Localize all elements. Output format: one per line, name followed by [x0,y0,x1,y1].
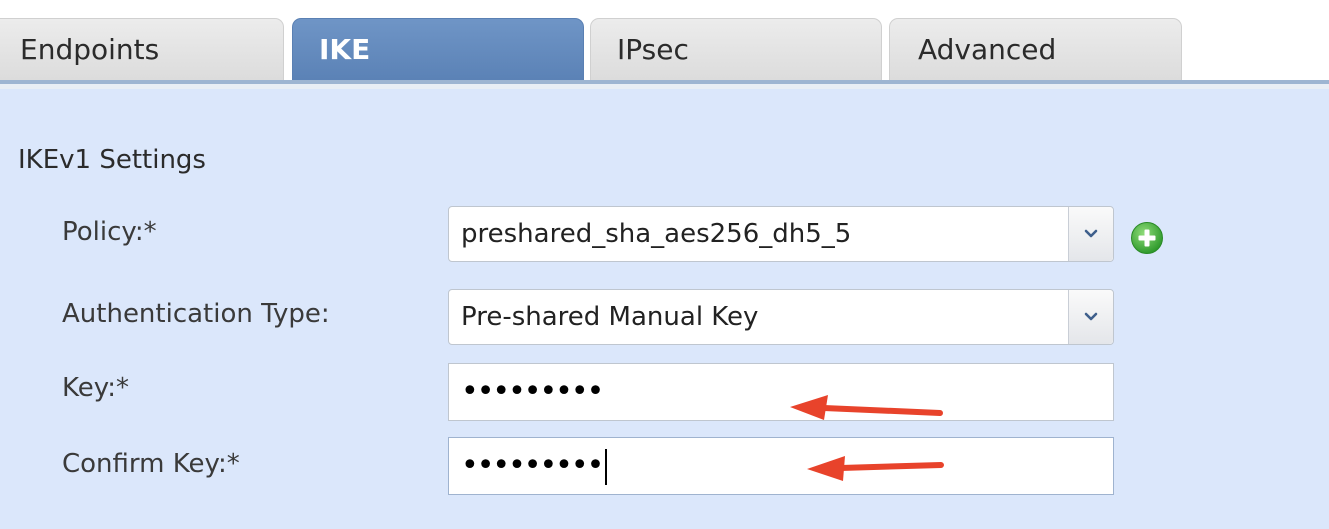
auth-type-select[interactable]: Pre-shared Manual Key [448,289,1114,345]
key-label: Key:* [62,373,130,403]
key-input-value: ••••••••• [461,374,604,409]
auth-type-select-value: Pre-shared Manual Key [461,302,759,332]
confirm-key-input[interactable]: ••••••••• [448,437,1114,495]
tab-ike[interactable]: IKE [292,18,584,80]
policy-select-value: preshared_sha_aes256_dh5_5 [461,219,852,249]
tab-endpoints[interactable]: Endpoints [0,18,284,80]
section-title: IKEv1 Settings [18,145,206,175]
auth-type-label: Authentication Type: [62,299,330,329]
policy-label: Policy:* [62,217,157,247]
chevron-down-icon [1084,312,1098,321]
auth-type-dropdown-button[interactable] [1068,290,1113,344]
confirm-key-label: Confirm Key:* [62,449,240,479]
ike-settings-window: Endpoints IKE IPsec Advanced IKEv1 Setti… [0,0,1329,529]
red-arrow-icon [807,456,944,481]
policy-select[interactable]: preshared_sha_aes256_dh5_5 [448,206,1114,262]
tab-bar: Endpoints IKE IPsec Advanced [0,0,1329,96]
text-cursor [605,448,608,485]
red-arrow-icon [790,395,943,420]
tab-advanced[interactable]: Advanced [889,18,1182,80]
ike-panel: IKEv1 Settings Policy:* preshared_sha_ae… [0,89,1329,529]
key-input[interactable]: ••••••••• [448,363,1114,421]
plus-circle-icon[interactable] [1130,221,1164,255]
chevron-down-icon [1084,229,1098,238]
tab-ipsec[interactable]: IPsec [590,18,882,80]
policy-dropdown-button[interactable] [1068,207,1113,261]
confirm-key-input-value: ••••••••• [461,448,604,483]
